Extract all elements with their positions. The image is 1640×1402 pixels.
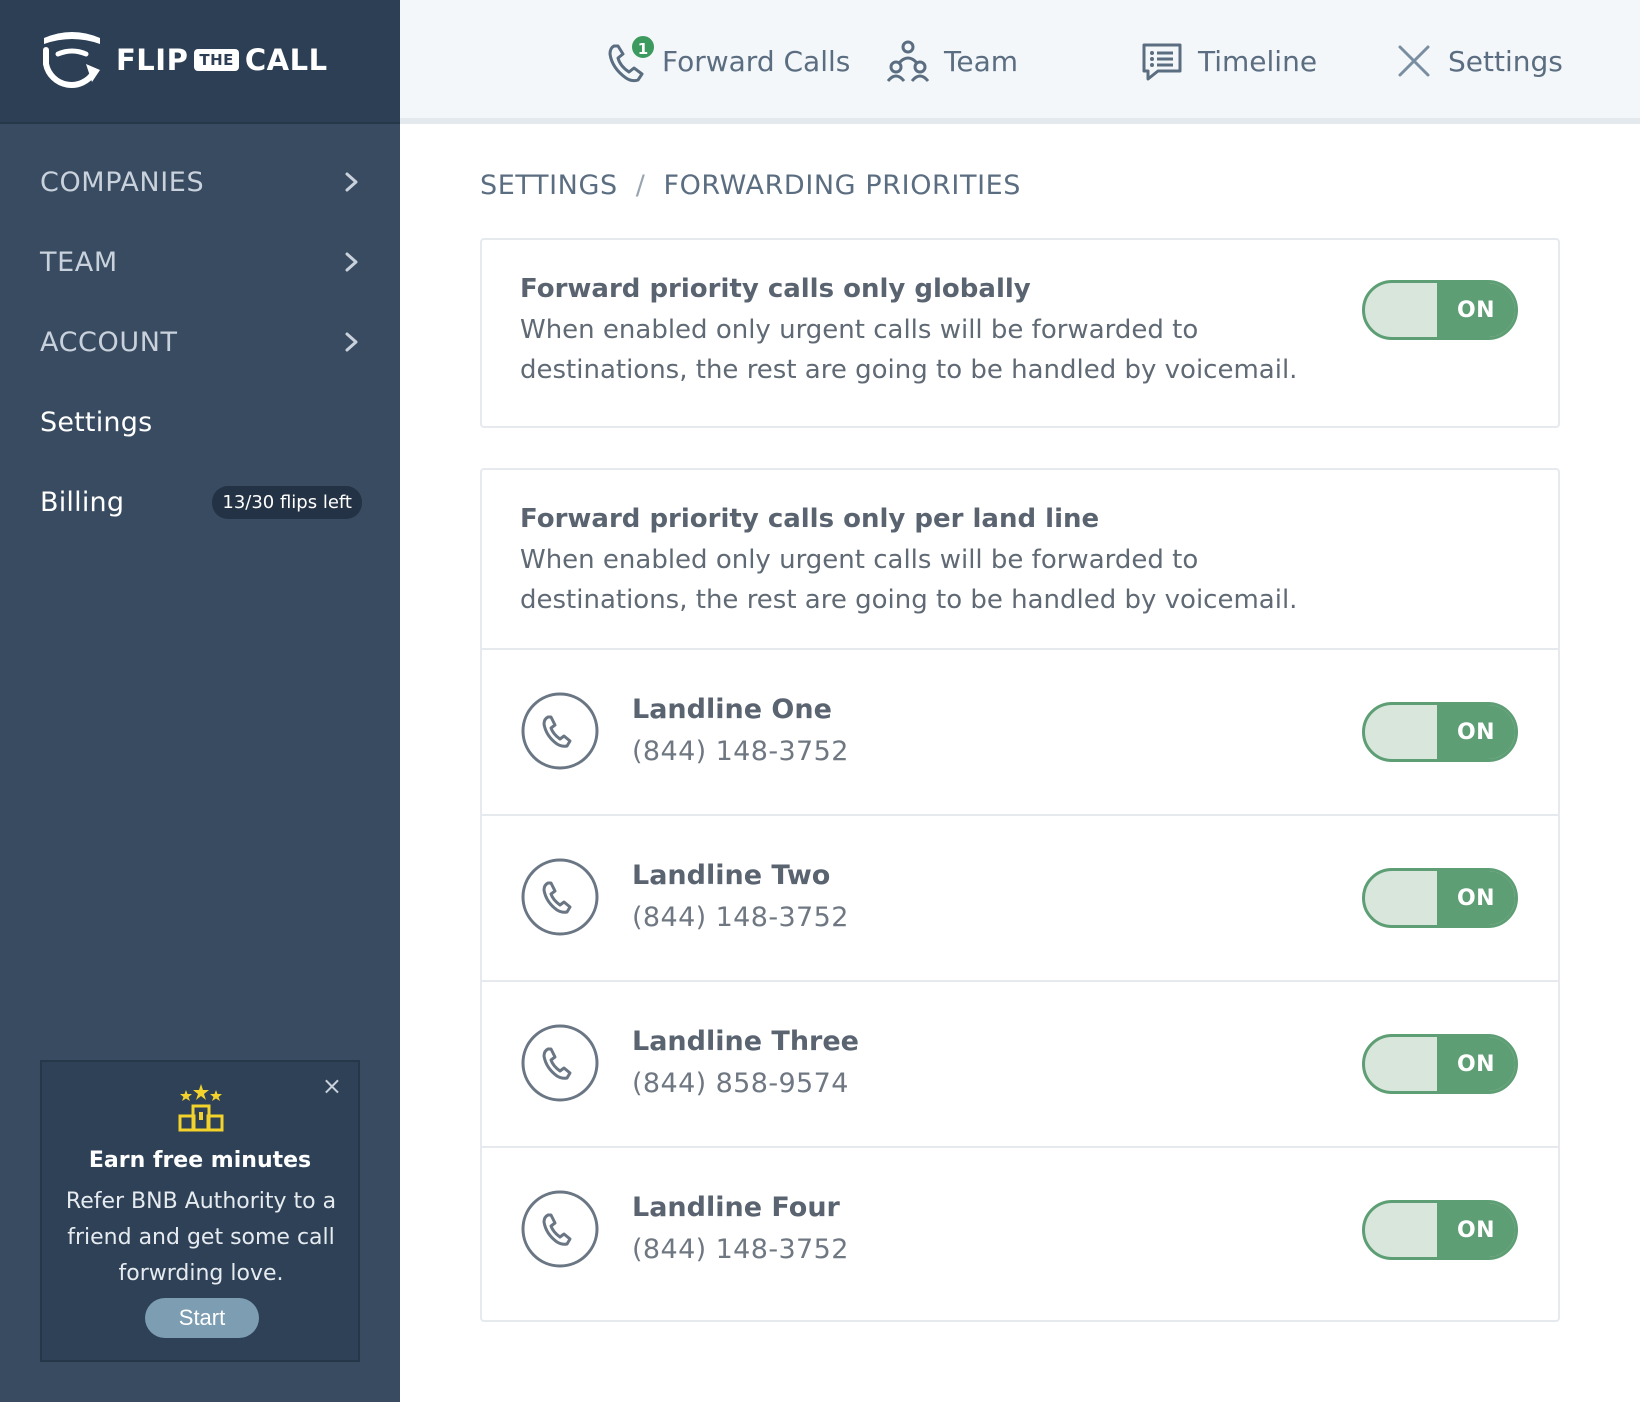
landline-toggle[interactable]: ON [1362, 1200, 1518, 1260]
landline-toggle[interactable]: ON [1362, 868, 1518, 928]
tab-label: Settings [1448, 44, 1563, 78]
phone-icon [521, 858, 599, 936]
chat-list-icon [1142, 43, 1182, 81]
landline-number: (844) 858-9574 [632, 1068, 849, 1099]
sidebar-item-label: COMPANIES [40, 166, 205, 198]
tab-forward-calls[interactable]: 1 Forward Calls [606, 34, 851, 84]
phone-forward-icon: 1 [606, 34, 656, 84]
setting-description: When enabled only urgent calls will be f… [520, 315, 1298, 385]
sidebar-item-label: TEAM [40, 246, 118, 278]
phone-icon [521, 1024, 599, 1102]
landline-row: Landline Three (844) 858-9574 ON [482, 980, 1558, 1146]
breadcrumb: SETTINGS / FORWARDING PRIORITIES [480, 170, 1021, 201]
chevron-right-icon [345, 332, 358, 352]
brand-wordmark[interactable]: FLIP THE CALL [116, 42, 328, 78]
chevron-right-icon [345, 172, 358, 192]
tab-settings[interactable]: Settings [1394, 38, 1563, 84]
flip-arrow-logo-icon[interactable] [38, 28, 106, 94]
tab-label: Timeline [1198, 44, 1318, 78]
promo-body: Refer BNB Authority to a friend and get … [65, 1189, 337, 1286]
chevron-right-icon [345, 252, 358, 272]
tab-timeline[interactable]: Timeline [1140, 38, 1317, 84]
global-priority-card: Forward priority calls only globally Whe… [480, 238, 1560, 428]
brand-call: CALL [244, 43, 328, 77]
setting-description: When enabled only urgent calls will be f… [520, 545, 1298, 615]
team-icon [886, 40, 930, 82]
sidebar-item-billing[interactable]: Billing 13/30 flips left [40, 480, 362, 524]
tab-label: Forward Calls [662, 44, 851, 78]
sidebar-item-label: Billing [40, 486, 125, 518]
trophy-stars-icon [178, 1084, 224, 1132]
per-line-priority-card: Forward priority calls only per land lin… [480, 468, 1560, 1322]
breadcrumb-current: FORWARDING PRIORITIES [663, 170, 1022, 201]
sidebar: FLIP THE CALL COMPANIES TEAM ACCOUNT Set… [0, 0, 400, 1402]
phone-icon [521, 1190, 599, 1268]
breadcrumb-settings[interactable]: SETTINGS [480, 170, 618, 201]
top-nav: 1 Forward Calls Team Timeline Settings [400, 0, 1640, 124]
landline-toggle[interactable]: ON [1362, 702, 1518, 762]
tab-team[interactable]: Team [886, 38, 1018, 84]
landline-number: (844) 148-3752 [632, 736, 849, 767]
flips-left-badge: 13/30 flips left [212, 485, 362, 519]
global-priority-toggle[interactable]: ON [1362, 280, 1518, 340]
landline-row: Landline Two (844) 148-3752 ON [482, 814, 1558, 980]
toggle-on-label: ON [1437, 705, 1515, 759]
landline-name: Landline Four [632, 1192, 840, 1223]
breadcrumb-separator: / [635, 170, 646, 201]
landline-name: Landline Two [632, 860, 831, 891]
sidebar-item-settings[interactable]: Settings [40, 400, 362, 444]
landline-toggle[interactable]: ON [1362, 1034, 1518, 1094]
start-button[interactable]: Start [145, 1298, 259, 1338]
referral-promo: × Earn free minutes Refer BNB Authority … [40, 1060, 360, 1362]
sidebar-item-team[interactable]: TEAM [40, 240, 362, 284]
landline-name: Landline One [632, 694, 832, 725]
sidebar-item-companies[interactable]: COMPANIES [40, 160, 362, 204]
forward-calls-badge: 1 [630, 34, 656, 60]
tab-label: Team [944, 44, 1019, 78]
sidebar-item-account[interactable]: ACCOUNT [40, 320, 362, 364]
toggle-on-label: ON [1437, 1203, 1515, 1257]
close-icon[interactable]: × [322, 1074, 342, 1098]
landline-row: Landline One (844) 148-3752 ON [482, 648, 1558, 814]
brand-flip: FLIP [116, 43, 189, 77]
phone-icon [521, 692, 599, 770]
sidebar-item-label: ACCOUNT [40, 326, 178, 358]
landline-name: Landline Three [632, 1026, 859, 1057]
landline-number: (844) 148-3752 [632, 902, 849, 933]
landline-number: (844) 148-3752 [632, 1234, 849, 1265]
sidebar-item-label: Settings [40, 406, 153, 438]
brand-header: FLIP THE CALL [0, 0, 400, 124]
brand-the: THE [194, 49, 239, 71]
setting-title: Forward priority calls only globally [520, 274, 1031, 304]
toggle-on-label: ON [1437, 1037, 1515, 1091]
promo-title: Earn free minutes [88, 1148, 312, 1173]
x-settings-icon [1398, 45, 1430, 77]
toggle-on-label: ON [1437, 871, 1515, 925]
landline-row: Landline Four (844) 148-3752 ON [482, 1146, 1558, 1312]
setting-title: Forward priority calls only per land lin… [520, 504, 1100, 534]
toggle-on-label: ON [1437, 283, 1515, 337]
